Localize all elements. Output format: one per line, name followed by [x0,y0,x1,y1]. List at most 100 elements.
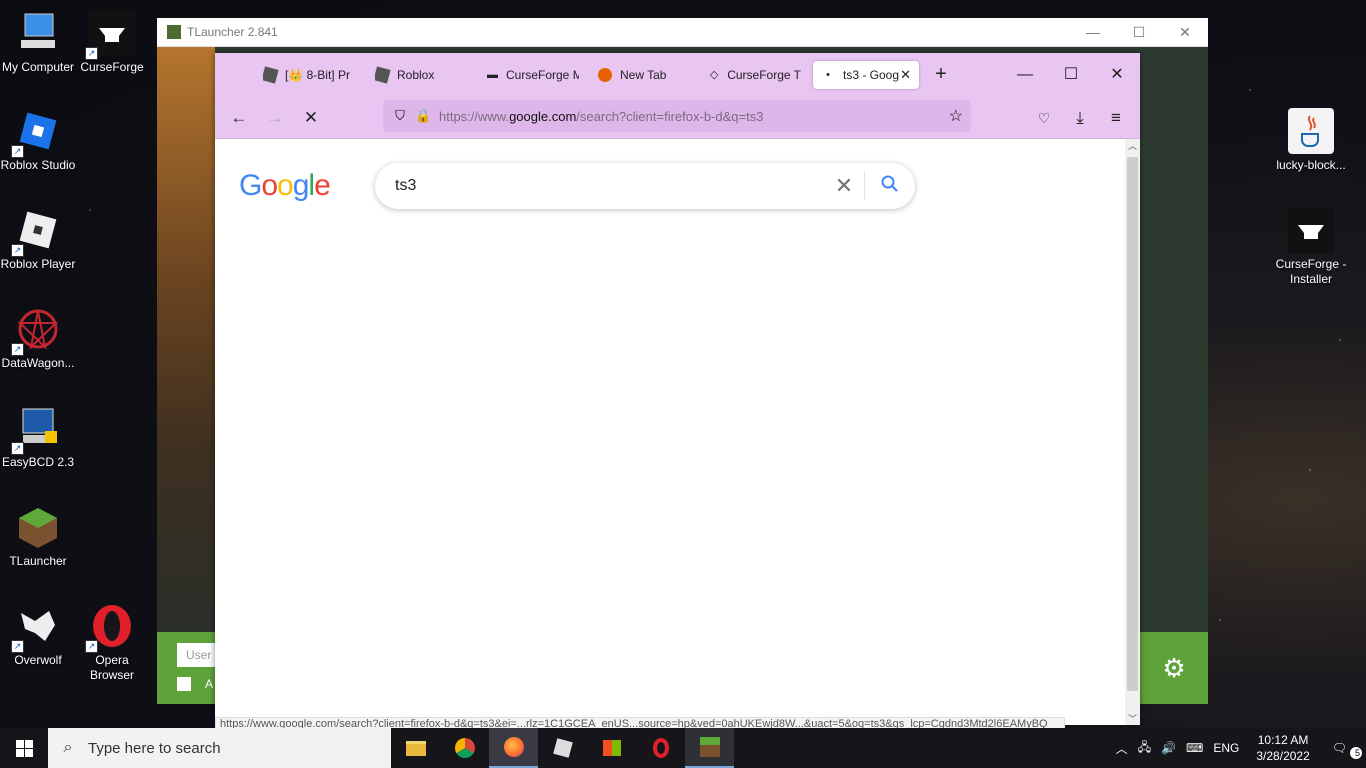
tab-label: CurseForge M [506,68,579,82]
desktop-icon-easybcd[interactable]: ↗ EasyBCD 2.3 [0,405,76,470]
desktop-icon-label: CurseForge - Installer [1275,257,1347,286]
firefox-icon [503,737,524,757]
close-button[interactable]: ✕ [1162,24,1208,41]
search-query[interactable]: ts3 [395,177,824,195]
desktop-icon-label: Roblox Studio [0,158,76,172]
anvil-icon: ▬ [487,69,498,81]
desktop-icon-roblox-studio[interactable]: ↗ Roblox Studio [0,108,76,173]
google-search-box[interactable]: ts3 ✕ [375,163,915,209]
hamburger-menu-icon: ≡ [1111,108,1121,127]
grass-block-icon [167,25,181,39]
google-logo[interactable]: Google [239,169,331,203]
desktop-icon-curseforge-installer[interactable]: CurseForge - Installer [1273,207,1349,287]
accounts-checkbox[interactable] [177,677,191,691]
tab-curseforge-t[interactable]: ◇ CurseForge T [709,61,801,89]
desktop-icon-opera[interactable]: ↗ Opera Browser [74,603,150,683]
roblox-icon [263,66,279,84]
desktop-icon-label: Opera Browser [89,653,134,682]
language-indicator[interactable]: ENG [1208,741,1244,755]
taskbar-file-explorer[interactable] [391,728,440,768]
tab-8bit[interactable]: [👑 8-Bit] Pr [263,61,355,89]
desktop-icon-overwolf[interactable]: ↗ Overwolf [0,603,76,668]
minimize-button[interactable]: — [1070,24,1116,41]
maximize-button[interactable]: ☐ [1048,53,1094,96]
desktop-icon-datawagon[interactable]: ↗ DataWagon... [0,306,76,371]
menu-button[interactable]: ≡ [1102,104,1130,132]
taskbar-roblox[interactable] [538,728,587,768]
tlauncher-title: TLauncher 2.841 [187,25,278,39]
network-icon[interactable]: 🖧 [1133,738,1156,759]
anvil-outline-icon: ◇ [709,69,719,81]
anvil-icon [1288,207,1334,253]
scroll-up-icon[interactable]: ︿ [1125,139,1140,152]
taskbar-tlauncher[interactable] [685,728,734,768]
forward-button[interactable]: → [261,104,289,132]
clock-time: 10:12 AM [1257,733,1309,747]
tab-ts3-google[interactable]: • ts3 - Goog ✕ [813,61,919,89]
shortcut-arrow-icon: ↗ [11,442,24,455]
desktop-icon-lucky-block[interactable]: lucky-block... [1273,108,1349,173]
bookmark-star-icon[interactable]: ☆ [949,106,963,126]
notification-button[interactable]: 🗨 5 [1322,741,1366,759]
desktop-icon-roblox-player[interactable]: ↗ Roblox Player [0,207,76,272]
roblox-studio-icon: ↗ [11,108,61,158]
stop-button[interactable]: ✕ [297,104,325,132]
grass-block-icon [15,504,61,550]
chevron-up-icon[interactable]: ︿ [1111,740,1133,757]
system-tray: ︿ 🖧 🔊 ⌨ ENG 10:12 AM 3/28/2022 🗨 5 [1111,732,1366,764]
vertical-scrollbar[interactable]: ︿ ﹀ [1125,139,1140,725]
desktop-icon-tlauncher[interactable]: TLauncher [0,504,76,569]
scroll-down-icon[interactable]: ﹀ [1125,712,1140,725]
taskbar-store[interactable] [587,728,636,768]
close-tab-icon[interactable]: ✕ [900,67,911,83]
start-button[interactable] [0,728,48,768]
pocket-button[interactable]: ♡ [1030,104,1058,132]
computer-icon [15,10,61,56]
taskbar-chrome[interactable] [440,728,489,768]
desktop-icon-label: EasyBCD 2.3 [1,455,75,469]
desktop-icon-label: lucky-block... [1276,158,1346,172]
shortcut-arrow-icon: ↗ [85,47,98,60]
username-field[interactable]: User [177,643,215,667]
tab-new-tab[interactable]: New Tab [598,61,690,89]
java-icon [1288,108,1334,154]
volume-icon[interactable]: 🔊 [1156,741,1181,755]
notification-count: 5 [1350,747,1362,759]
new-tab-button[interactable]: + [918,53,964,96]
url-suffix: /search?client=firefox-b-d&q=ts3 [576,108,764,124]
tab-label: ts3 - Goog [843,68,900,82]
maximize-button[interactable]: ☐ [1116,24,1162,41]
taskbar-firefox[interactable] [489,728,538,768]
shortcut-arrow-icon: ↗ [11,640,24,653]
accounts-checkbox-label: A [205,677,214,691]
opera-icon [652,738,669,758]
pocket-icon: ♡ [1037,110,1051,126]
taskbar-search[interactable]: ⌕ Type here to search [48,728,391,768]
minimize-button[interactable]: — [1002,53,1048,96]
settings-button[interactable]: ⚙ [1140,632,1208,704]
tab-strip: [👑 8-Bit] Pr Roblox ▬ CurseForge M New Ta… [215,53,1140,96]
desktop-icon-label: My Computer [1,60,75,74]
clear-search-icon[interactable]: ✕ [824,173,864,199]
taskbar-opera[interactable] [636,728,685,768]
search-icon: ⌕ [63,739,73,756]
url-bar[interactable]: ⛉ 🔒 https://www.google.com/search?client… [383,100,971,132]
downloads-button[interactable]: ⤓ [1066,104,1094,132]
close-button[interactable]: ✕ [1094,53,1140,96]
keyboard-icon[interactable]: ⌨ [1181,741,1208,755]
clock[interactable]: 10:12 AM 3/28/2022 [1244,732,1321,764]
url-text: https://www.google.com/search?client=fir… [439,109,763,124]
tab-curseforge-m[interactable]: ▬ CurseForge M [487,61,579,89]
tab-label: CurseForge T [727,68,801,82]
shortcut-arrow-icon: ↗ [11,343,24,356]
back-button[interactable]: ← [225,104,253,132]
desktop-icon-curseforge[interactable]: ↗ CurseForge [74,10,150,75]
scrollbar-thumb[interactable] [1127,157,1138,691]
tab-roblox[interactable]: Roblox [375,61,465,89]
clock-date: 3/28/2022 [1256,749,1310,763]
datawagon-icon: ↗ [11,306,61,356]
desktop-icon-my-computer[interactable]: My Computer [0,10,76,75]
shortcut-arrow-icon: ↗ [85,640,98,653]
desktop-icon-label: Roblox Player [0,257,76,271]
search-icon[interactable] [865,175,915,198]
